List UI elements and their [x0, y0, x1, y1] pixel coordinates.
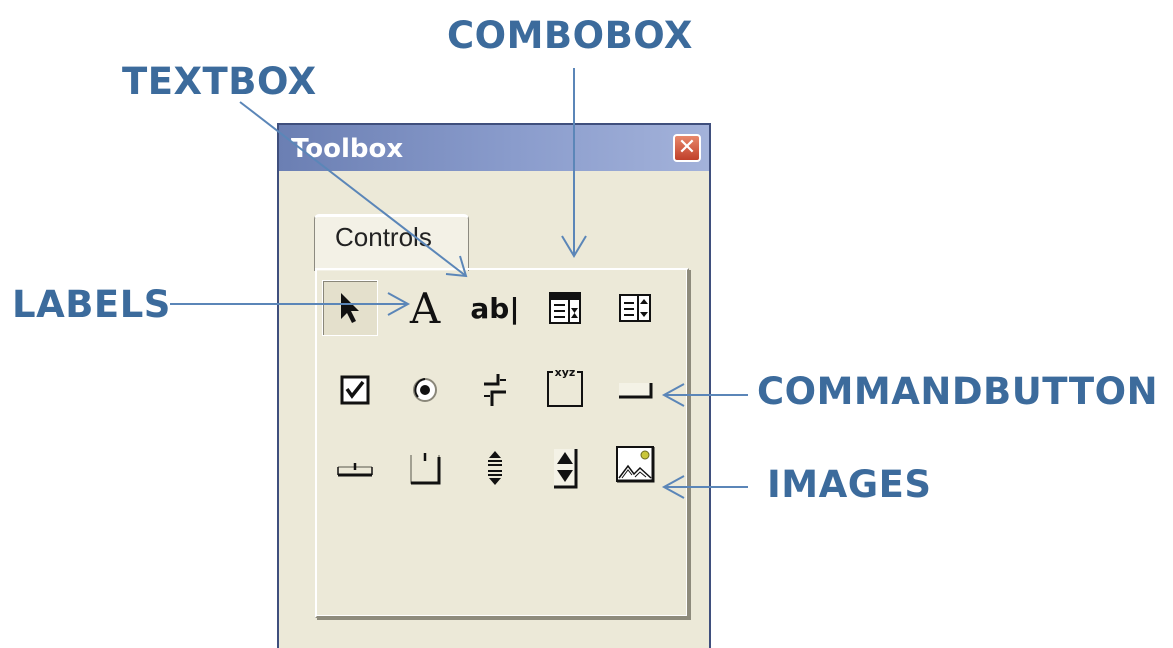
textbox-arrow — [239, 101, 467, 277]
annotation-arrows — [170, 68, 748, 499]
